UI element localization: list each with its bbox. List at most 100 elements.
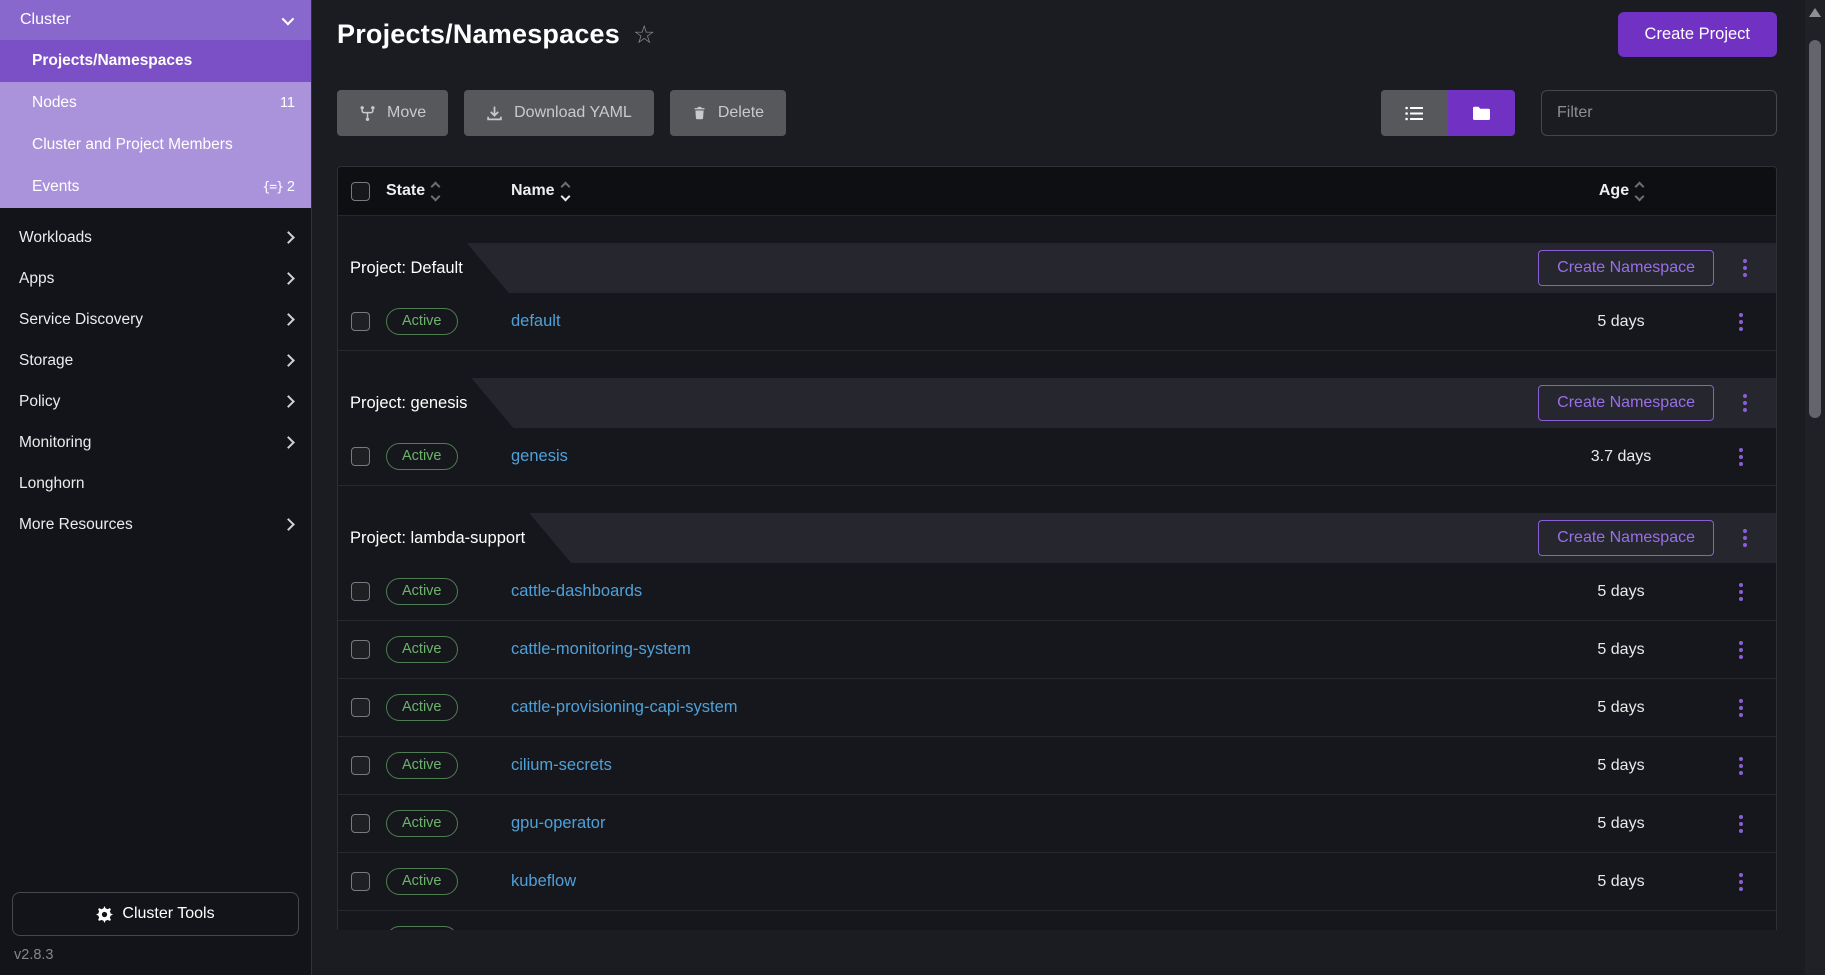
move-button[interactable]: Move — [337, 90, 448, 136]
row-kebab-menu-icon[interactable] — [1733, 444, 1749, 470]
scrollbar-thumb[interactable] — [1809, 40, 1821, 418]
project-kebab-menu-icon[interactable] — [1737, 255, 1753, 281]
sidebar-item-longhorn[interactable]: Longhorn — [0, 463, 311, 504]
chevron-right-icon — [282, 354, 295, 367]
filter-input[interactable] — [1541, 90, 1777, 136]
row-kebab-menu-icon[interactable] — [1733, 579, 1749, 605]
project-label: Project: lambda-support — [350, 529, 525, 548]
create-namespace-button[interactable]: Create Namespace — [1538, 250, 1714, 286]
row-kebab-menu-icon[interactable] — [1733, 869, 1749, 895]
sidebar-item-monitoring[interactable]: Monitoring — [0, 422, 311, 463]
namespace-row-cattle-monitoring-system: Active cattle-monitoring-system 5 days — [338, 621, 1776, 679]
sidebar-item-label: Workloads — [19, 229, 92, 247]
project-group-actions: Create Namespace — [471, 378, 1776, 428]
sidebar-item-service-discovery[interactable]: Service Discovery — [0, 299, 311, 340]
chevron-right-icon — [282, 231, 295, 244]
age-value: 5 days — [1536, 699, 1706, 717]
move-fork-icon — [359, 105, 376, 122]
sort-icon — [1636, 183, 1643, 200]
version-label: v2.8.3 — [14, 947, 299, 963]
row-checkbox[interactable] — [351, 312, 370, 331]
age-value: 5 days — [1536, 641, 1706, 659]
project-group-actions: Create Namespace — [467, 243, 1776, 293]
grouped-view-button[interactable] — [1448, 90, 1515, 136]
trash-icon — [692, 105, 707, 121]
row-kebab-menu-icon[interactable] — [1733, 309, 1749, 335]
scrollbar-up-arrow[interactable] — [1809, 8, 1821, 17]
sidebar-item-cluster-and-project-members[interactable]: Cluster and Project Members — [0, 124, 311, 166]
download-yaml-label: Download YAML — [514, 104, 632, 122]
namespace-link[interactable]: cilium-secrets — [511, 756, 612, 774]
project-kebab-menu-icon[interactable] — [1737, 525, 1753, 551]
scrollbar[interactable] — [1805, 0, 1825, 975]
column-header-name[interactable]: Name — [511, 182, 1536, 200]
project-group-project-lambda-support: Project: lambda-support Create Namespace… — [338, 513, 1776, 930]
namespace-row-cattle-provisioning-capi-system: Active cattle-provisioning-capi-system 5… — [338, 679, 1776, 737]
move-label: Move — [387, 104, 426, 122]
row-checkbox[interactable] — [351, 814, 370, 833]
list-view-button[interactable] — [1381, 90, 1448, 136]
create-namespace-button[interactable]: Create Namespace — [1538, 385, 1714, 421]
sidebar-item-more-resources[interactable]: More Resources — [0, 504, 311, 545]
namespace-link[interactable]: genesis — [511, 447, 568, 465]
create-project-button[interactable]: Create Project — [1618, 12, 1777, 57]
row-kebab-menu-icon[interactable] — [1733, 695, 1749, 721]
chevron-right-icon — [282, 518, 295, 531]
delete-label: Delete — [718, 104, 764, 122]
chevron-right-icon — [282, 395, 295, 408]
row-checkbox[interactable] — [351, 872, 370, 891]
column-header-state[interactable]: State — [386, 182, 511, 200]
chevron-right-icon — [282, 313, 295, 326]
project-label: Project: Default — [350, 259, 463, 278]
sidebar-item-apps[interactable]: Apps — [0, 258, 311, 299]
delete-button[interactable]: Delete — [670, 90, 786, 136]
chevron-right-icon — [282, 436, 295, 449]
namespace-row-cilium-secrets: Active cilium-secrets 5 days — [338, 737, 1776, 795]
project-group-tab: Project: Default — [338, 243, 467, 293]
status-badge: Active — [386, 636, 458, 663]
project-label: Project: genesis — [350, 394, 467, 413]
sidebar-item-label: More Resources — [19, 516, 133, 534]
namespace-link[interactable]: cattle-monitoring-system — [511, 640, 691, 658]
column-header-age[interactable]: Age — [1536, 182, 1706, 200]
status-badge: Active — [386, 308, 458, 335]
row-kebab-menu-icon[interactable] — [1733, 753, 1749, 779]
download-yaml-button[interactable]: Download YAML — [464, 90, 654, 136]
chevron-right-icon — [282, 272, 295, 285]
row-kebab-menu-icon[interactable] — [1733, 927, 1749, 931]
namespace-link[interactable]: cattle-dashboards — [511, 582, 642, 600]
toolbar: Move Download YAML Delete — [337, 90, 1777, 136]
namespace-row-gpu-operator: Active gpu-operator 5 days — [338, 795, 1776, 853]
sidebar-item-projects-namespaces[interactable]: Projects/Namespaces — [0, 40, 311, 82]
project-group-tab: Project: lambda-support — [338, 513, 529, 563]
namespace-link[interactable]: default — [511, 312, 561, 330]
project-kebab-menu-icon[interactable] — [1737, 390, 1753, 416]
sidebar-item-workloads[interactable]: Workloads — [0, 217, 311, 258]
sidebar-group-cluster[interactable]: Cluster — [0, 0, 311, 40]
favorite-star-icon[interactable]: ☆ — [633, 23, 655, 48]
status-badge: Active — [386, 694, 458, 721]
chevron-down-icon — [282, 12, 295, 25]
namespace-link[interactable]: gpu-operator — [511, 814, 605, 832]
sidebar-item-nodes[interactable]: Nodes 11 — [0, 82, 311, 124]
namespace-link[interactable]: kubeflow — [511, 872, 576, 890]
project-group-actions: Create Namespace — [529, 513, 1776, 563]
row-kebab-menu-icon[interactable] — [1733, 811, 1749, 837]
row-checkbox[interactable] — [351, 582, 370, 601]
row-checkbox[interactable] — [351, 756, 370, 775]
namespace-row-genesis: Active genesis 3.7 days — [338, 428, 1776, 486]
namespace-link[interactable]: cattle-provisioning-capi-system — [511, 698, 738, 716]
cluster-tools-button[interactable]: Cluster Tools — [12, 892, 299, 936]
sidebar-cluster-items: Projects/Namespaces Nodes 11 Cluster and… — [0, 40, 311, 208]
row-kebab-menu-icon[interactable] — [1733, 637, 1749, 663]
select-all-checkbox[interactable] — [351, 182, 370, 201]
sidebar-item-policy[interactable]: Policy — [0, 381, 311, 422]
project-group-project-default: Project: Default Create Namespace Active… — [338, 243, 1776, 351]
sidebar-item-storage[interactable]: Storage — [0, 340, 311, 381]
row-checkbox[interactable] — [351, 447, 370, 466]
row-checkbox[interactable] — [351, 698, 370, 717]
row-checkbox[interactable] — [351, 640, 370, 659]
sidebar-subitem-label: Cluster and Project Members — [32, 136, 233, 154]
sidebar-item-events[interactable]: Events {=} 2 — [0, 166, 311, 208]
create-namespace-button[interactable]: Create Namespace — [1538, 520, 1714, 556]
